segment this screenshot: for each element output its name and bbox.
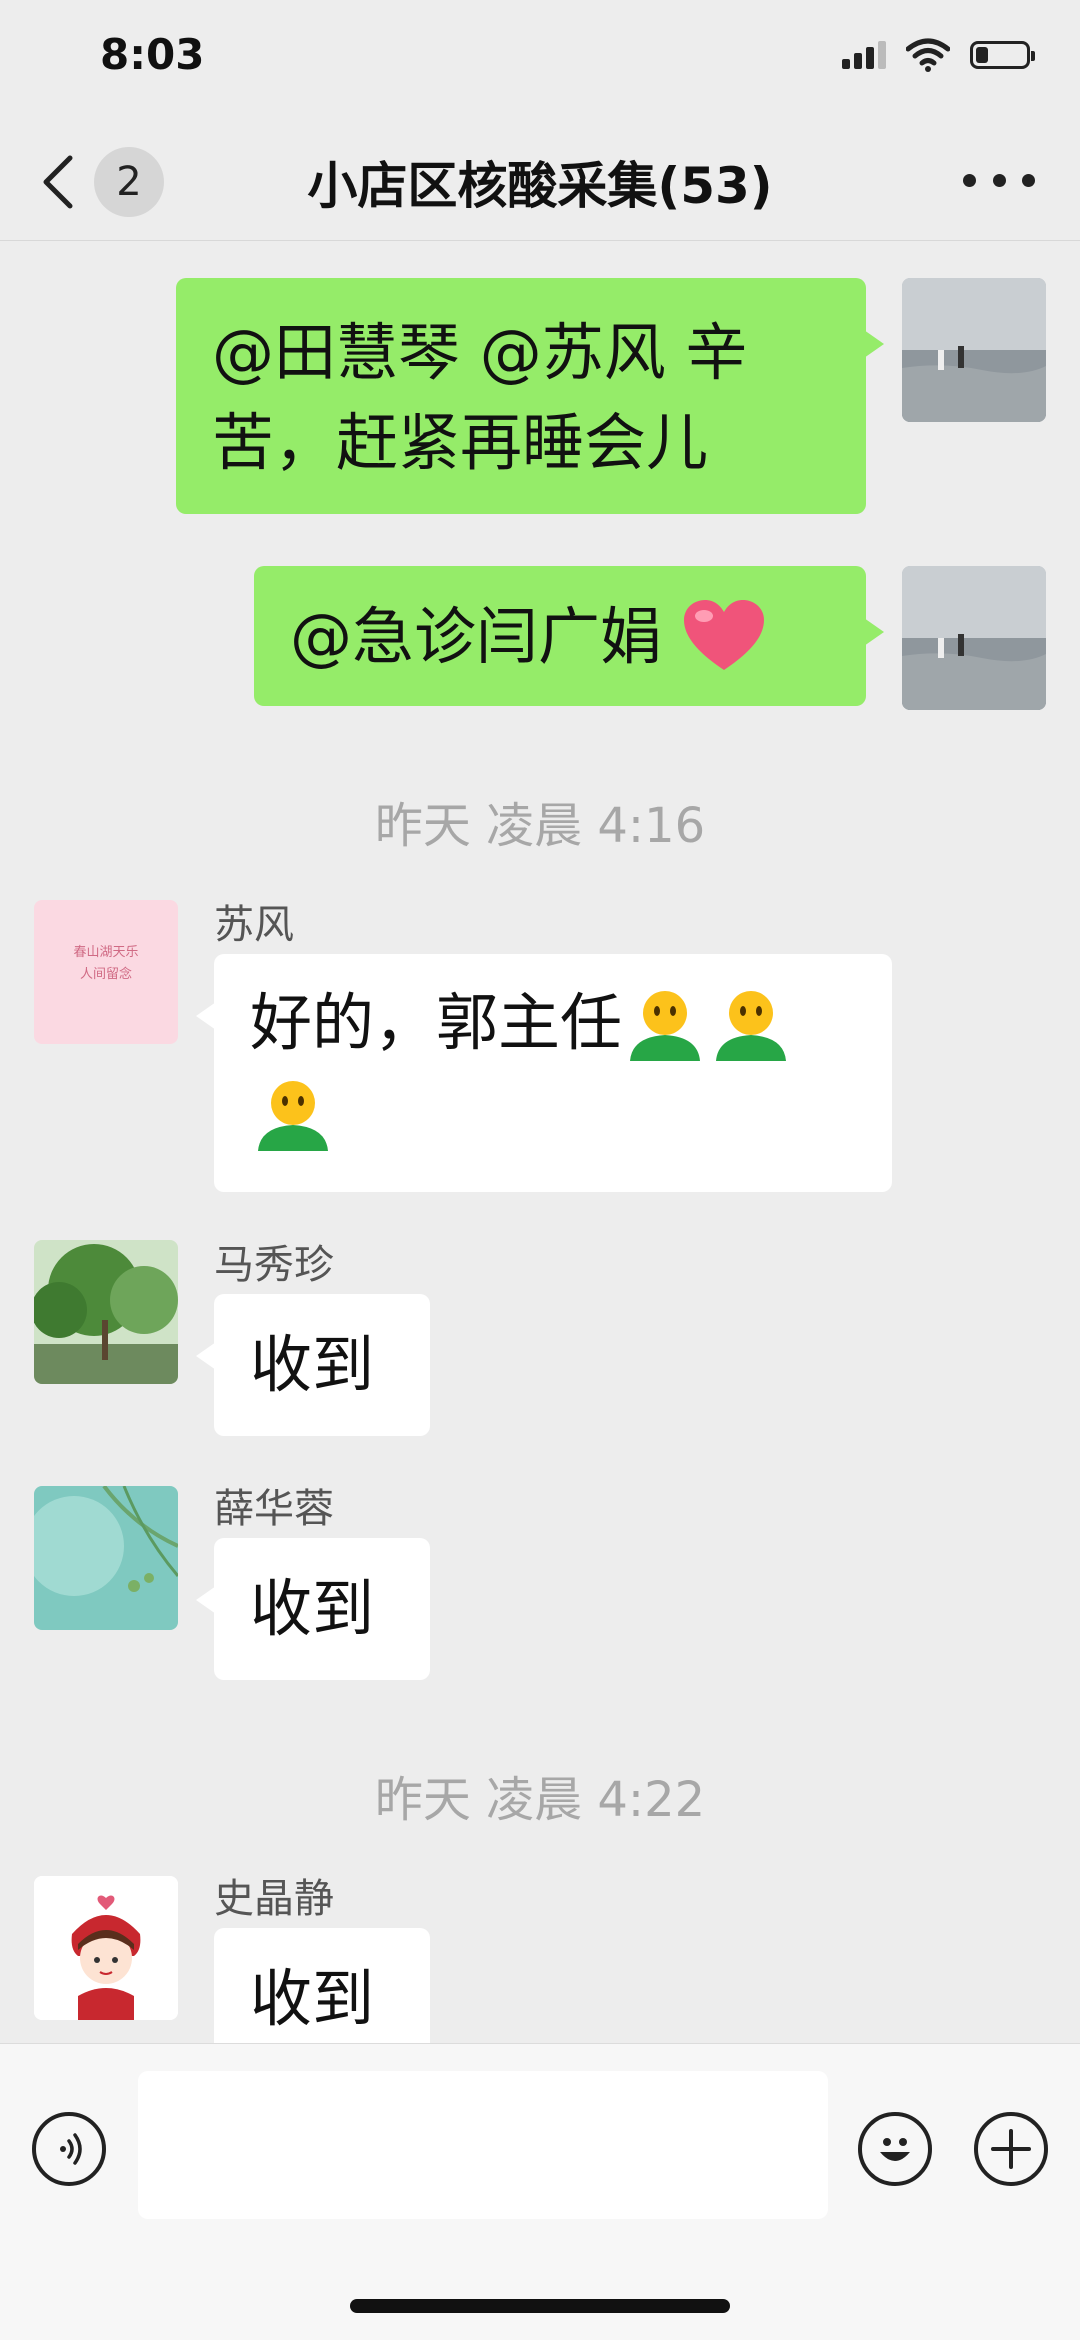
avatar[interactable]: 春山湖天乐 人间留念 bbox=[34, 900, 178, 1044]
voice-input-button[interactable] bbox=[32, 2112, 106, 2186]
my-avatar[interactable] bbox=[902, 278, 1046, 422]
avatar[interactable] bbox=[34, 1240, 178, 1384]
avatar-caption: 春山湖天乐 人间留念 bbox=[73, 945, 139, 982]
beach-photo-avatar bbox=[902, 278, 1046, 422]
sender-name: 马秀珍 bbox=[214, 1242, 334, 1288]
message-text: 收到 bbox=[250, 1962, 375, 2035]
dot-icon bbox=[992, 173, 1006, 187]
sender-name: 史晶静 bbox=[214, 1876, 334, 1922]
incoming-message[interactable]: 好的，郭主任 bbox=[196, 954, 892, 1192]
heart-emoji-icon bbox=[683, 599, 764, 670]
avatar[interactable] bbox=[34, 1876, 178, 2020]
emoji-button[interactable] bbox=[858, 2112, 932, 2186]
message-timestamp: 昨天 凌晨 4:16 bbox=[374, 798, 706, 854]
voice-icon bbox=[60, 2133, 82, 2165]
more-options-button[interactable] bbox=[963, 160, 1035, 200]
status-icons bbox=[842, 38, 1035, 72]
sender-name: 苏风 bbox=[214, 902, 294, 948]
person-emoji-icon bbox=[258, 1080, 328, 1151]
message-text-line: 苦，赶紧再睡会儿 bbox=[212, 406, 709, 479]
message-text: @急诊闫广娟 bbox=[290, 600, 682, 673]
person-emoji-icon bbox=[716, 990, 787, 1061]
tree-photo-avatar bbox=[34, 1240, 178, 1384]
avatar[interactable] bbox=[34, 1486, 178, 1630]
chat-title: 小店区核酸采集(53) bbox=[307, 157, 773, 215]
outgoing-message[interactable]: @田慧琴 @苏风 辛 苦，赶紧再睡会儿 bbox=[176, 278, 884, 514]
incoming-message[interactable]: 收到 bbox=[214, 1928, 430, 2043]
dot-icon bbox=[1022, 173, 1035, 187]
message-text: 好的，郭主任 bbox=[250, 986, 623, 1059]
status-bar: 8:03 bbox=[0, 0, 1080, 120]
my-avatar[interactable] bbox=[902, 566, 1046, 710]
battery-icon bbox=[970, 41, 1035, 69]
plus-icon bbox=[991, 2129, 1031, 2169]
message-text-line: @田慧琴 @苏风 辛 bbox=[212, 316, 748, 389]
cartoon-girl-avatar bbox=[34, 1876, 178, 2020]
incoming-message[interactable]: 收到 bbox=[196, 1294, 430, 1436]
message-timestamp: 昨天 凌晨 4:22 bbox=[374, 1772, 706, 1828]
chat-input-bar bbox=[0, 2043, 1080, 2340]
sender-name: 薛华蓉 bbox=[214, 1486, 334, 1532]
cellular-signal-icon bbox=[842, 41, 886, 69]
incoming-message[interactable]: 收到 bbox=[196, 1538, 430, 1680]
smiley-icon bbox=[880, 2138, 910, 2161]
dot-icon bbox=[963, 173, 976, 187]
beach-photo-avatar bbox=[902, 566, 1046, 710]
person-emoji-icon bbox=[630, 990, 701, 1061]
outgoing-message[interactable]: @急诊闫广娟 bbox=[254, 566, 884, 706]
home-indicator bbox=[350, 2299, 730, 2313]
wifi-icon bbox=[906, 38, 950, 72]
message-input[interactable] bbox=[138, 2071, 828, 2219]
message-text: 收到 bbox=[250, 1572, 375, 1645]
chat-header: 2 小店区核酸采集(53) bbox=[0, 120, 1080, 241]
more-functions-button[interactable] bbox=[974, 2112, 1048, 2186]
message-text: 收到 bbox=[250, 1328, 375, 1401]
scenery-photo-avatar bbox=[34, 1486, 178, 1630]
status-time: 8:03 bbox=[100, 30, 205, 79]
